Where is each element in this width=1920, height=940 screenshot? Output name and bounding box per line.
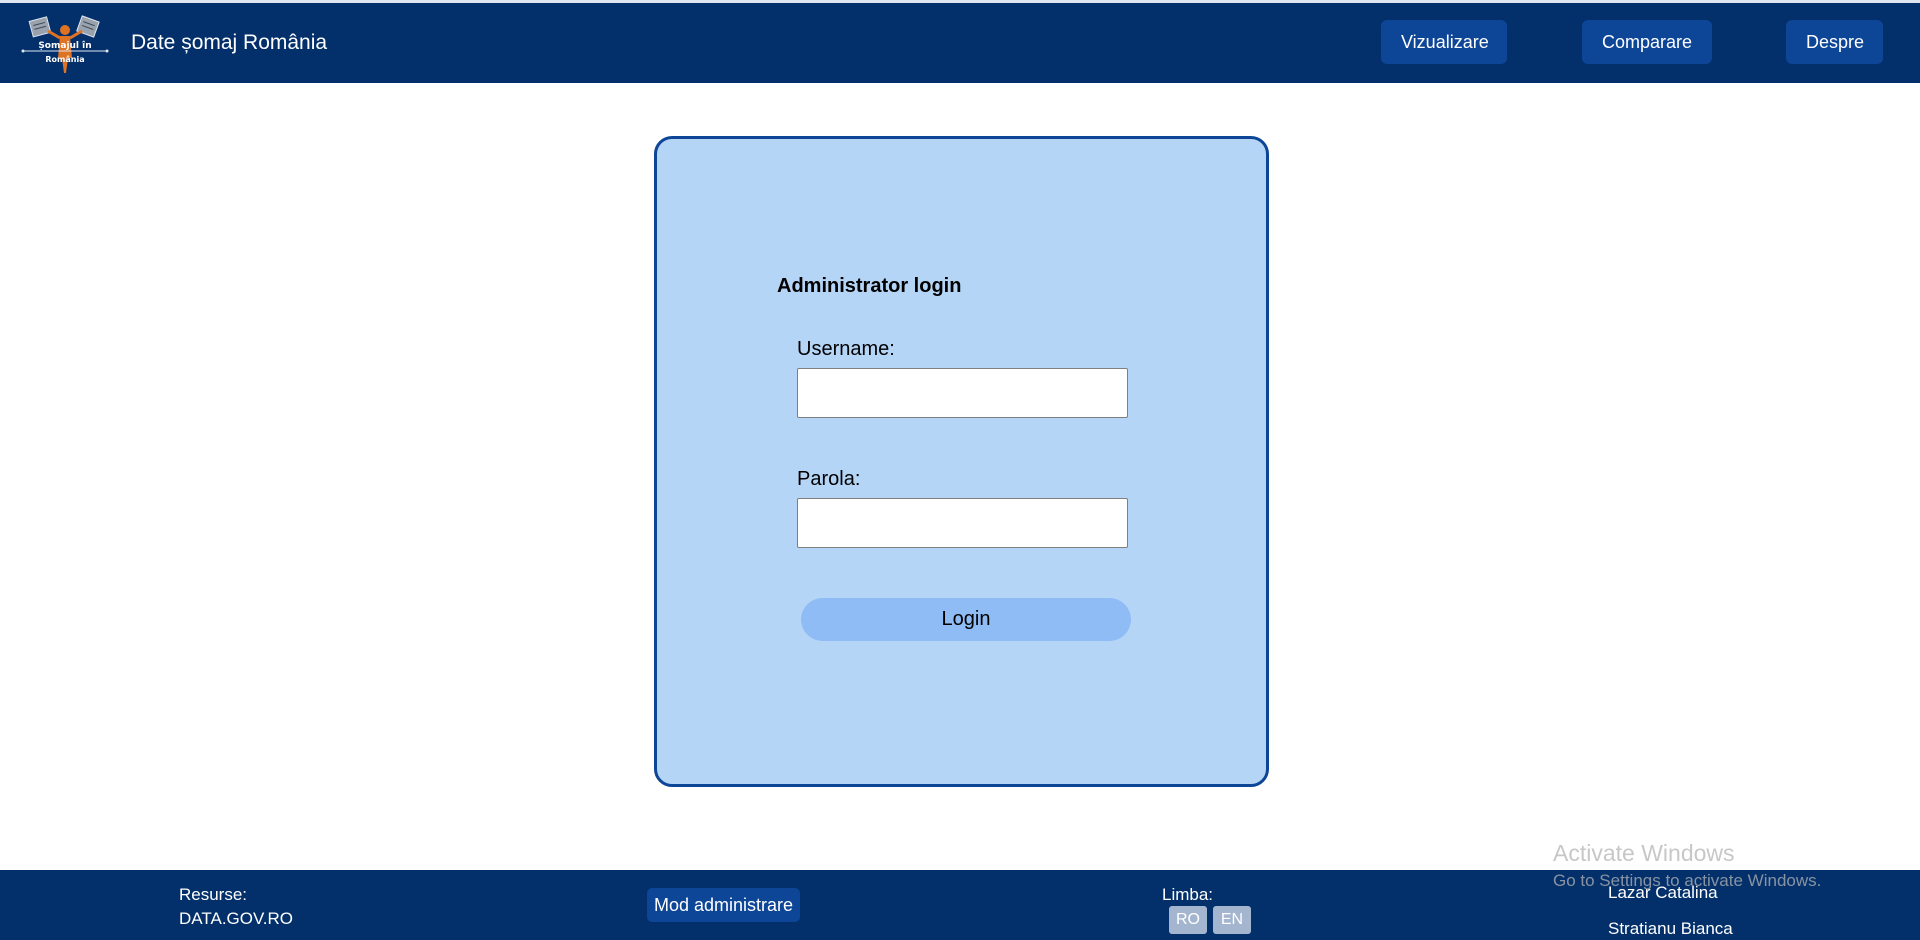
svg-text:România: România <box>45 55 84 64</box>
admin-mode-button[interactable]: Mod administrare <box>647 888 801 922</box>
nav-vizualizare-button[interactable]: Vizualizare <box>1381 20 1507 64</box>
password-input[interactable] <box>797 498 1128 548</box>
login-heading: Administrator login <box>777 275 962 297</box>
resurse-label: Resurse: <box>179 885 248 904</box>
nav-comparare-button[interactable]: Comparare <box>1582 20 1712 64</box>
svg-text:Șomajul în: Șomajul în <box>38 41 91 51</box>
site-title: Date șomaj România <box>131 31 328 54</box>
footer: Resurse: DATA.GOV.RO Mod administrare Li… <box>0 870 1920 940</box>
password-label: Parola: <box>797 468 861 490</box>
author-name: Stratianu Bianca <box>1608 919 1733 938</box>
data-gov-link[interactable]: DATA.GOV.RO <box>179 909 293 929</box>
login-card: Administrator login Username: Parola: Lo… <box>654 136 1269 787</box>
login-button[interactable]: Login <box>801 598 1131 641</box>
username-label: Username: <box>797 338 895 360</box>
username-input[interactable] <box>797 368 1128 418</box>
somaj-logo-icon[interactable]: Șomajul în România <box>20 13 110 73</box>
language-label: Limba: <box>1162 885 1214 904</box>
author-name: Lazar Catalina <box>1608 883 1718 902</box>
top-navbar: Șomajul în România Date șomaj România Vi… <box>0 0 1920 83</box>
watermark-title: Activate Windows <box>1553 840 1735 866</box>
language-ro-button[interactable]: RO <box>1169 906 1207 934</box>
nav-despre-button[interactable]: Despre <box>1786 20 1883 64</box>
language-en-button[interactable]: EN <box>1213 906 1251 934</box>
